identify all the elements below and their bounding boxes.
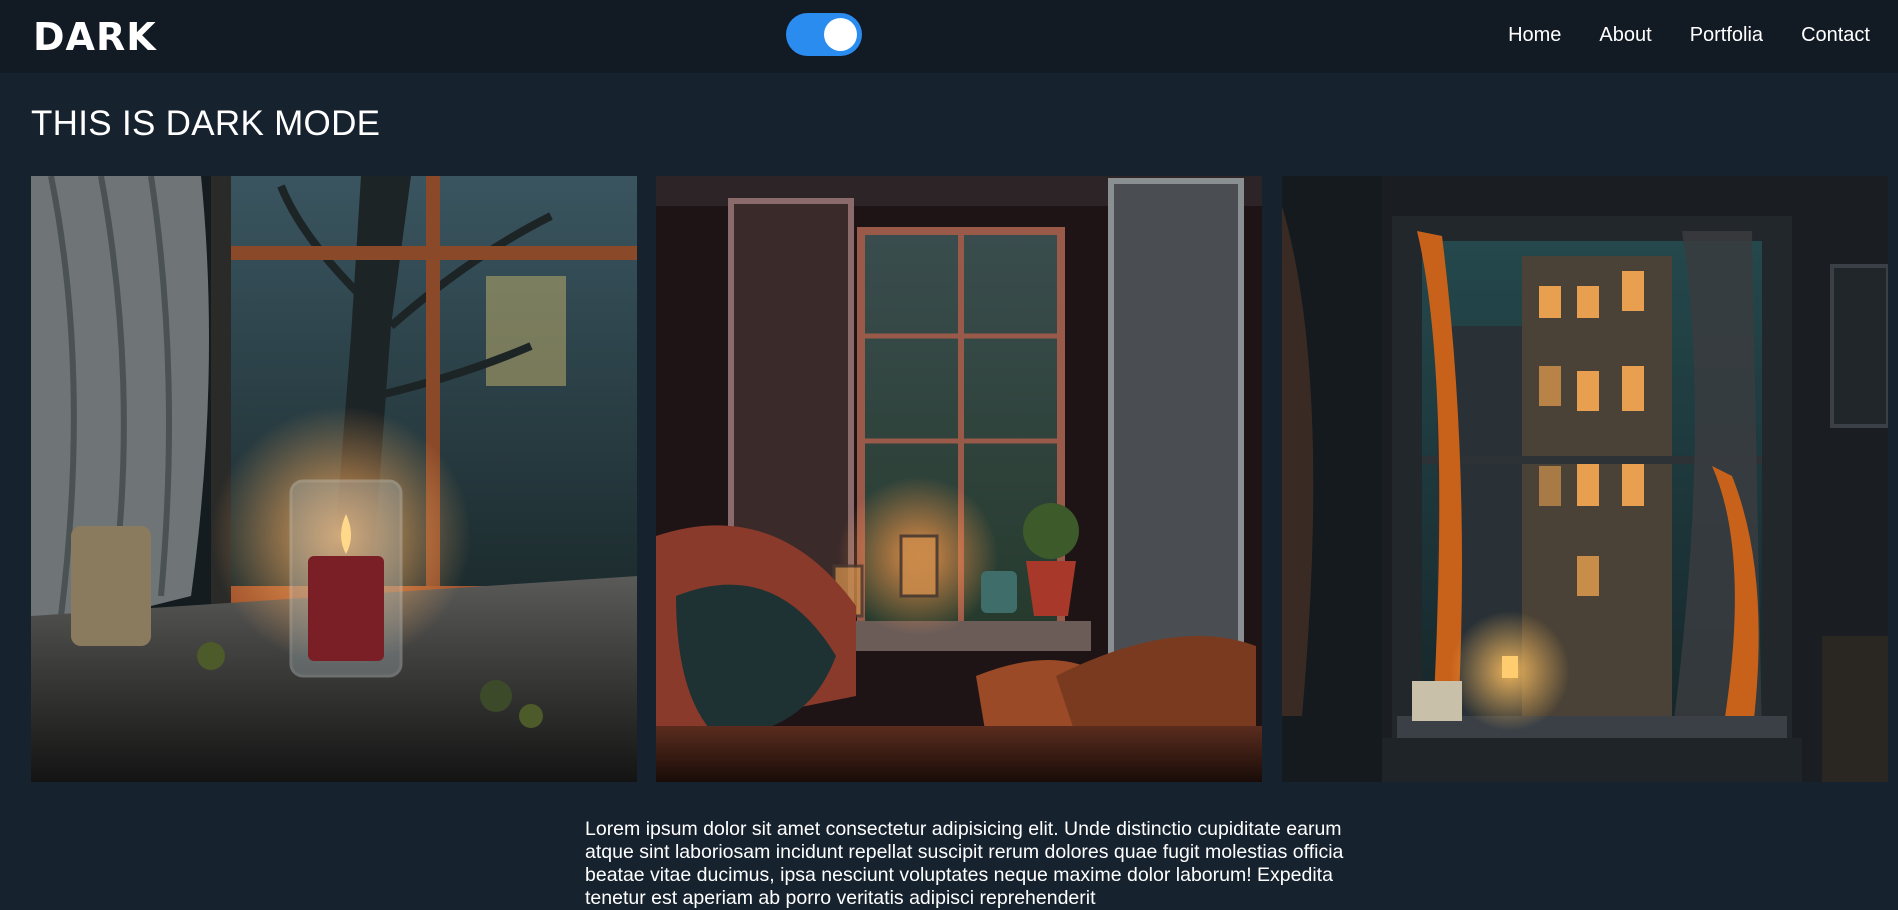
brand-logo[interactable]: DARK [33, 14, 157, 60]
toggle-knob [824, 18, 857, 51]
gallery-image-reading-nook [656, 176, 1262, 782]
body-paragraph: Lorem ipsum dolor sit amet consectetur a… [585, 818, 1344, 909]
image-gallery [31, 176, 1888, 782]
page-title: THIS IS DARK MODE [31, 104, 381, 143]
gallery-image-candle [31, 176, 637, 782]
dark-mode-toggle[interactable] [786, 13, 862, 56]
gallery-image-city-window [1282, 176, 1888, 782]
nav-link-portfolia[interactable]: Portfolia [1690, 22, 1763, 48]
nav-menu: Home About Portfolia Contact [1470, 22, 1870, 48]
nav-link-home[interactable]: Home [1508, 22, 1561, 48]
nav-link-about[interactable]: About [1599, 22, 1651, 48]
nav-link-contact[interactable]: Contact [1801, 22, 1870, 48]
navbar: DARK Home About Portfolia Contact [0, 0, 1898, 73]
